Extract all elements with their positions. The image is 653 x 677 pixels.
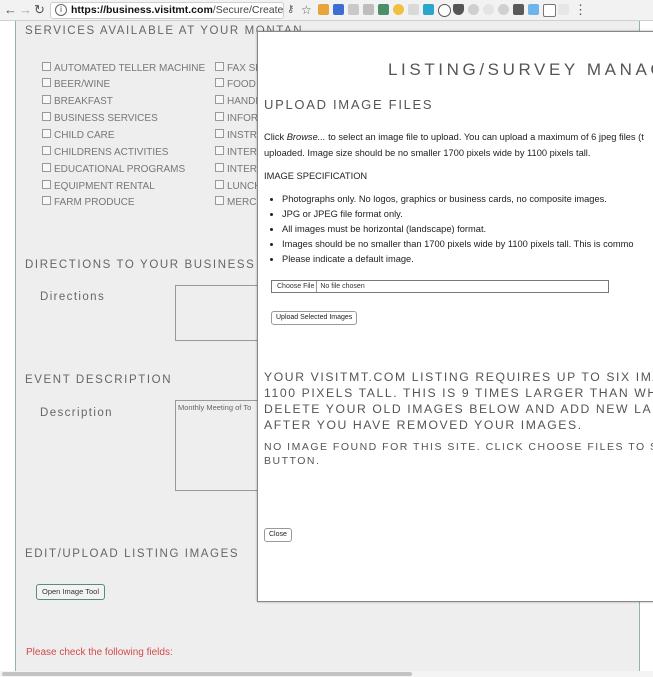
upload-selected-button[interactable]: Upload Selected Images xyxy=(271,311,358,325)
reload-icon[interactable]: ↻ xyxy=(34,2,45,18)
extension-hand-icon[interactable] xyxy=(468,4,479,15)
extension-grey-icon[interactable] xyxy=(348,4,359,15)
spec-item: All images must be horizontal (landscape… xyxy=(282,224,634,234)
description-textarea[interactable]: Monthly Meeting of To xyxy=(175,400,260,491)
service-checkbox[interactable]: EQUIPMENT RENTAL xyxy=(42,180,155,192)
open-image-tool-button[interactable]: Open Image Tool xyxy=(36,584,105,600)
spec-list: Photographs only. No logos, graphics or … xyxy=(266,194,634,269)
address-bar[interactable]: i https://business.visitmt.com/Secure/Cre… xyxy=(50,2,284,19)
edit-images-heading: EDIT/UPLOAD LISTING IMAGES xyxy=(25,548,240,560)
info-icon[interactable]: i xyxy=(55,4,67,17)
spec-heading: IMAGE SPECIFICATION xyxy=(264,171,368,181)
extension-face-icon[interactable] xyxy=(393,4,404,15)
forward-icon[interactable]: → xyxy=(19,2,32,18)
extension-green-icon[interactable] xyxy=(378,4,389,15)
file-input[interactable]: Choose File No file chosen xyxy=(271,280,609,293)
choose-file-button[interactable]: Choose File xyxy=(275,281,318,292)
close-button[interactable]: Close xyxy=(264,528,292,542)
url-host: https://business.visitmt.com xyxy=(71,4,213,16)
spec-item: Photographs only. No logos, graphics or … xyxy=(282,194,634,204)
service-checkbox[interactable]: FOOD xyxy=(215,78,256,90)
service-checkbox[interactable]: BREAKFAST xyxy=(42,95,113,107)
extension-cast-icon[interactable] xyxy=(558,4,569,15)
service-checkbox[interactable]: FARM PRODUCE xyxy=(42,196,135,208)
extension-light-icon[interactable] xyxy=(483,4,494,15)
service-checkbox[interactable]: CHILDRENS ACTIVITIES xyxy=(42,146,168,158)
url-path: /Secure/CreateLi... xyxy=(212,4,284,16)
directions-textarea[interactable] xyxy=(175,285,260,341)
file-status: No file chosen xyxy=(320,283,365,290)
extension-arrow-icon[interactable] xyxy=(528,4,539,15)
extension-grey2-icon[interactable] xyxy=(363,4,374,15)
upload-heading: UPLOAD IMAGE FILES xyxy=(264,97,434,112)
scrollbar-thumb[interactable] xyxy=(2,672,412,676)
extension-square-icon[interactable] xyxy=(543,4,556,17)
service-checkbox[interactable]: LUNCH xyxy=(215,180,261,192)
service-checkbox[interactable]: BEER/WINE xyxy=(42,78,110,90)
extension-wave-icon[interactable] xyxy=(408,4,419,15)
directions-heading: DIRECTIONS TO YOUR BUSINESS xyxy=(25,259,256,271)
extension-teal-icon[interactable] xyxy=(423,4,434,15)
image-upload-modal: LISTING/SURVEY MANAGEMEN UPLOAD IMAGE FI… xyxy=(257,31,653,602)
service-checkbox[interactable]: FAX SE xyxy=(215,62,262,74)
description-label: Description xyxy=(40,407,113,419)
service-checkbox[interactable]: BUSINESS SERVICES xyxy=(42,112,158,124)
intro-line-1: Click Browse... to select an image file … xyxy=(264,132,644,142)
service-checkbox[interactable]: INFOR xyxy=(215,112,258,124)
extension-off-icon[interactable] xyxy=(318,4,329,15)
service-checkbox[interactable]: INTERI xyxy=(215,146,260,158)
directions-label: Directions xyxy=(40,291,106,303)
service-checkbox[interactable]: INTERI xyxy=(215,163,260,175)
bookmark-star-icon[interactable]: ☆ xyxy=(301,2,312,18)
pocket-icon[interactable] xyxy=(453,4,464,15)
modal-title: LISTING/SURVEY MANAGEMEN xyxy=(388,60,653,79)
browser-toolbar: ← → ↻ i https://business.visitmt.com/Secu… xyxy=(0,0,653,21)
key-icon[interactable]: ⚷ xyxy=(287,2,294,18)
service-checkbox[interactable]: EDUCATIONAL PROGRAMS xyxy=(42,163,185,175)
spec-item: Please indicate a default image. xyxy=(282,254,634,264)
back-icon[interactable]: ← xyxy=(4,2,17,18)
extension-ring-icon[interactable] xyxy=(498,4,509,15)
service-checkbox[interactable]: AUTOMATED TELLER MACHINE xyxy=(42,62,205,74)
no-image-notice: NO IMAGE FOUND FOR THIS SITE. CLICK CHOO… xyxy=(264,441,653,467)
resolution-notice: YOUR VISITMT.COM LISTING REQUIRES UP TO … xyxy=(264,370,653,432)
spec-item: JPG or JPEG file format only. xyxy=(282,209,634,219)
extension-circle-icon[interactable] xyxy=(438,4,451,17)
menu-dots-icon[interactable]: ⋮ xyxy=(574,2,587,18)
event-heading: EVENT DESCRIPTION xyxy=(25,374,173,386)
service-checkbox[interactable]: CHILD CARE xyxy=(42,129,115,141)
intro-line-2: uploaded. Image size should be no smalle… xyxy=(264,148,591,158)
spec-item: Images should be no smaller than 1700 pi… xyxy=(282,239,634,249)
service-checkbox[interactable]: HANDI xyxy=(215,95,258,107)
validation-error: Please check the following fields: xyxy=(26,647,173,658)
horizontal-scrollbar[interactable] xyxy=(0,671,653,677)
gmail-icon[interactable] xyxy=(513,4,524,15)
extension-blue-icon[interactable] xyxy=(333,4,344,15)
